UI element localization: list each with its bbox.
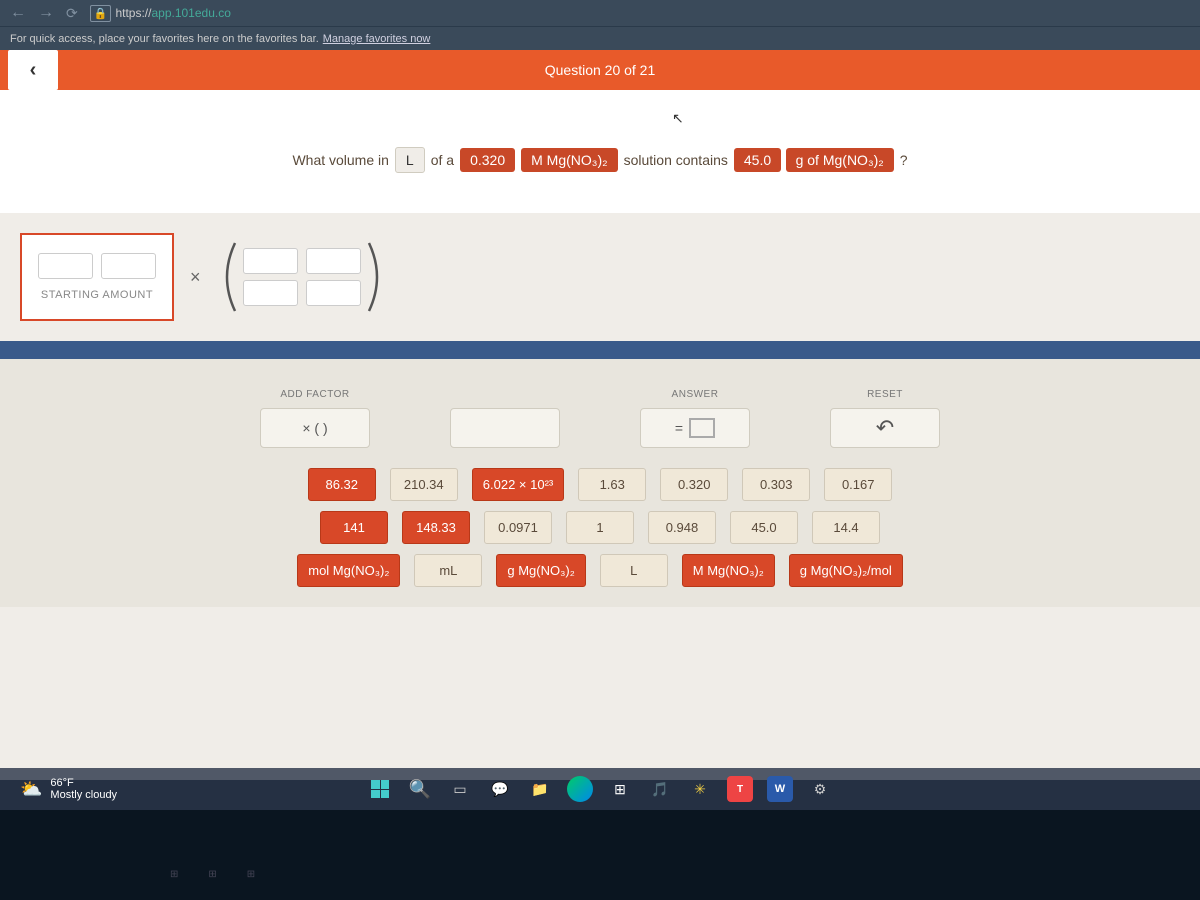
starting-amount-label: STARTING AMOUNT (41, 289, 153, 301)
tile-6-022-10-[interactable]: 6.022 × 10²³ (472, 468, 564, 501)
tile-45-0[interactable]: 45.0 (730, 511, 798, 544)
url-text: https://app.101edu.co (115, 6, 230, 20)
undo-icon: ↶ (876, 415, 894, 441)
app-icon-3[interactable]: T (727, 776, 753, 802)
left-paren-icon (217, 241, 239, 313)
forward-arrow-icon[interactable]: → (38, 4, 54, 22)
tile-0-0971[interactable]: 0.0971 (484, 511, 552, 544)
numerator-value-slot[interactable] (243, 248, 298, 274)
answer-label: ANSWER (672, 389, 719, 400)
weather-widget[interactable]: ⛅ 66°F Mostly cloudy (20, 777, 117, 801)
divider-bar (0, 341, 1200, 359)
mass-unit-pill: g of Mg(NO₃)₂ (786, 148, 894, 172)
question-text-1: What volume in (292, 152, 388, 168)
settings-icon[interactable]: ⚙ (807, 776, 833, 802)
right-paren-icon (365, 241, 387, 313)
search-icon[interactable]: 🔍 (407, 776, 433, 802)
spacer-label (503, 389, 506, 400)
explorer-icon[interactable]: 📁 (527, 776, 553, 802)
tile-row-1: 86.32 210.34 6.022 × 10²³ 1.63 0.320 0.303 0.1… (308, 468, 892, 501)
equals-icon: = (675, 420, 683, 436)
back-arrow-icon[interactable]: ← (10, 4, 26, 22)
back-button[interactable]: ‹ (8, 50, 58, 90)
favorites-hint: For quick access, place your favorites h… (10, 33, 319, 45)
temperature: 66°F (50, 777, 117, 789)
equation-workspace: STARTING AMOUNT × (0, 213, 1200, 341)
controls-panel: ADD FACTOR × ( ) ANSWER = RESET ↶ (0, 359, 1200, 607)
edge-icon[interactable] (567, 776, 593, 802)
cursor-icon: ↖ (672, 110, 684, 127)
unit-pill-L: L (395, 147, 425, 173)
tile-m-mg-no-[interactable]: M Mg(NO₃)₂ (682, 554, 775, 587)
tile-ml[interactable]: mL (414, 554, 482, 587)
value-pill-molarity: 0.320 (460, 148, 515, 172)
tile-14-4[interactable]: 14.4 (812, 511, 880, 544)
weather-condition: Mostly cloudy (50, 789, 117, 801)
app-icon-2[interactable]: ✳ (687, 776, 713, 802)
denominator-unit-slot[interactable] (306, 280, 361, 306)
tile-g-mg-no-[interactable]: g Mg(NO₃)₂ (496, 554, 585, 587)
question-counter: Question 20 of 21 (545, 62, 656, 78)
tile-210-34[interactable]: 210.34 (390, 468, 458, 501)
tile-row-3: mol Mg(NO₃)₂ mL g Mg(NO₃)₂ L M Mg(NO₃)₂ g Mg(… (297, 554, 903, 587)
question-prompt: ↖ What volume in L of a 0.320 M Mg(NO₃)₂… (0, 90, 1200, 213)
start-icon[interactable] (367, 776, 393, 802)
tile-1-63[interactable]: 1.63 (578, 468, 646, 501)
browser-toolbar: ← → ⟳ 🔒 https://app.101edu.co (0, 0, 1200, 26)
manage-favorites-link[interactable]: Manage favorites now (323, 33, 431, 45)
chat-icon[interactable]: 💬 (487, 776, 513, 802)
desk-area (0, 810, 1200, 900)
conversion-factor[interactable] (217, 241, 387, 313)
starting-amount-box[interactable]: STARTING AMOUNT (20, 233, 174, 321)
add-factor-label: ADD FACTOR (280, 389, 349, 400)
tile-141[interactable]: 141 (320, 511, 388, 544)
store-icon[interactable]: ⊞ (607, 776, 633, 802)
tile-0-320[interactable]: 0.320 (660, 468, 728, 501)
keyboard-edge: ⊞⊞⊞ (170, 869, 255, 880)
tile-148-33[interactable]: 148.33 (402, 511, 470, 544)
task-view-icon[interactable]: ▭ (447, 776, 473, 802)
value-pill-mass: 45.0 (734, 148, 781, 172)
tile-mol-mg-no-[interactable]: mol Mg(NO₃)₂ (297, 554, 400, 587)
answer-box[interactable]: = (640, 408, 750, 448)
tile-0-167[interactable]: 0.167 (824, 468, 892, 501)
tile-l[interactable]: L (600, 554, 668, 587)
windows-taskbar[interactable]: ⛅ 66°F Mostly cloudy 🔍 ▭ 💬 📁 ⊞ 🎵 ✳ T W ⚙ (0, 768, 1200, 810)
factor-display[interactable] (450, 408, 560, 448)
favorites-bar: For quick access, place your favorites h… (0, 26, 1200, 50)
question-text-4: ? (900, 152, 908, 168)
numerator-unit-slot[interactable] (306, 248, 361, 274)
tile-bank: 86.32 210.34 6.022 × 10²³ 1.63 0.320 0.303 0.1… (40, 468, 1160, 587)
word-icon[interactable]: W (767, 776, 793, 802)
reset-label: RESET (867, 389, 903, 400)
app-container: ‹ Question 20 of 21 ↖ What volume in L o… (0, 50, 1200, 780)
question-text-3: solution contains (624, 152, 728, 168)
tile-0-303[interactable]: 0.303 (742, 468, 810, 501)
compound-pill: M Mg(NO₃)₂ (521, 148, 617, 172)
reset-button[interactable]: ↶ (830, 408, 940, 448)
address-bar[interactable]: 🔒 https://app.101edu.co (90, 5, 231, 22)
lock-icon: 🔒 (90, 5, 112, 22)
starting-unit-slot[interactable] (101, 253, 156, 279)
add-factor-button[interactable]: × ( ) (260, 408, 370, 448)
starting-value-slot[interactable] (38, 253, 93, 279)
taskbar-icons: 🔍 ▭ 💬 📁 ⊞ 🎵 ✳ T W ⚙ (367, 776, 833, 802)
app-icon-1[interactable]: 🎵 (647, 776, 673, 802)
answer-slot[interactable] (689, 418, 715, 438)
denominator-value-slot[interactable] (243, 280, 298, 306)
tile-row-2: 141 148.33 0.0971 1 0.948 45.0 14.4 (320, 511, 880, 544)
weather-icon: ⛅ (20, 779, 42, 800)
tile-1[interactable]: 1 (566, 511, 634, 544)
multiply-icon: × (190, 267, 201, 288)
question-header: ‹ Question 20 of 21 (0, 50, 1200, 90)
refresh-icon[interactable]: ⟳ (66, 5, 78, 22)
question-text-2: of a (431, 152, 454, 168)
tile-0-948[interactable]: 0.948 (648, 511, 716, 544)
tile-86-32[interactable]: 86.32 (308, 468, 376, 501)
tile-g-mg-no-mol[interactable]: g Mg(NO₃)₂/mol (789, 554, 903, 587)
